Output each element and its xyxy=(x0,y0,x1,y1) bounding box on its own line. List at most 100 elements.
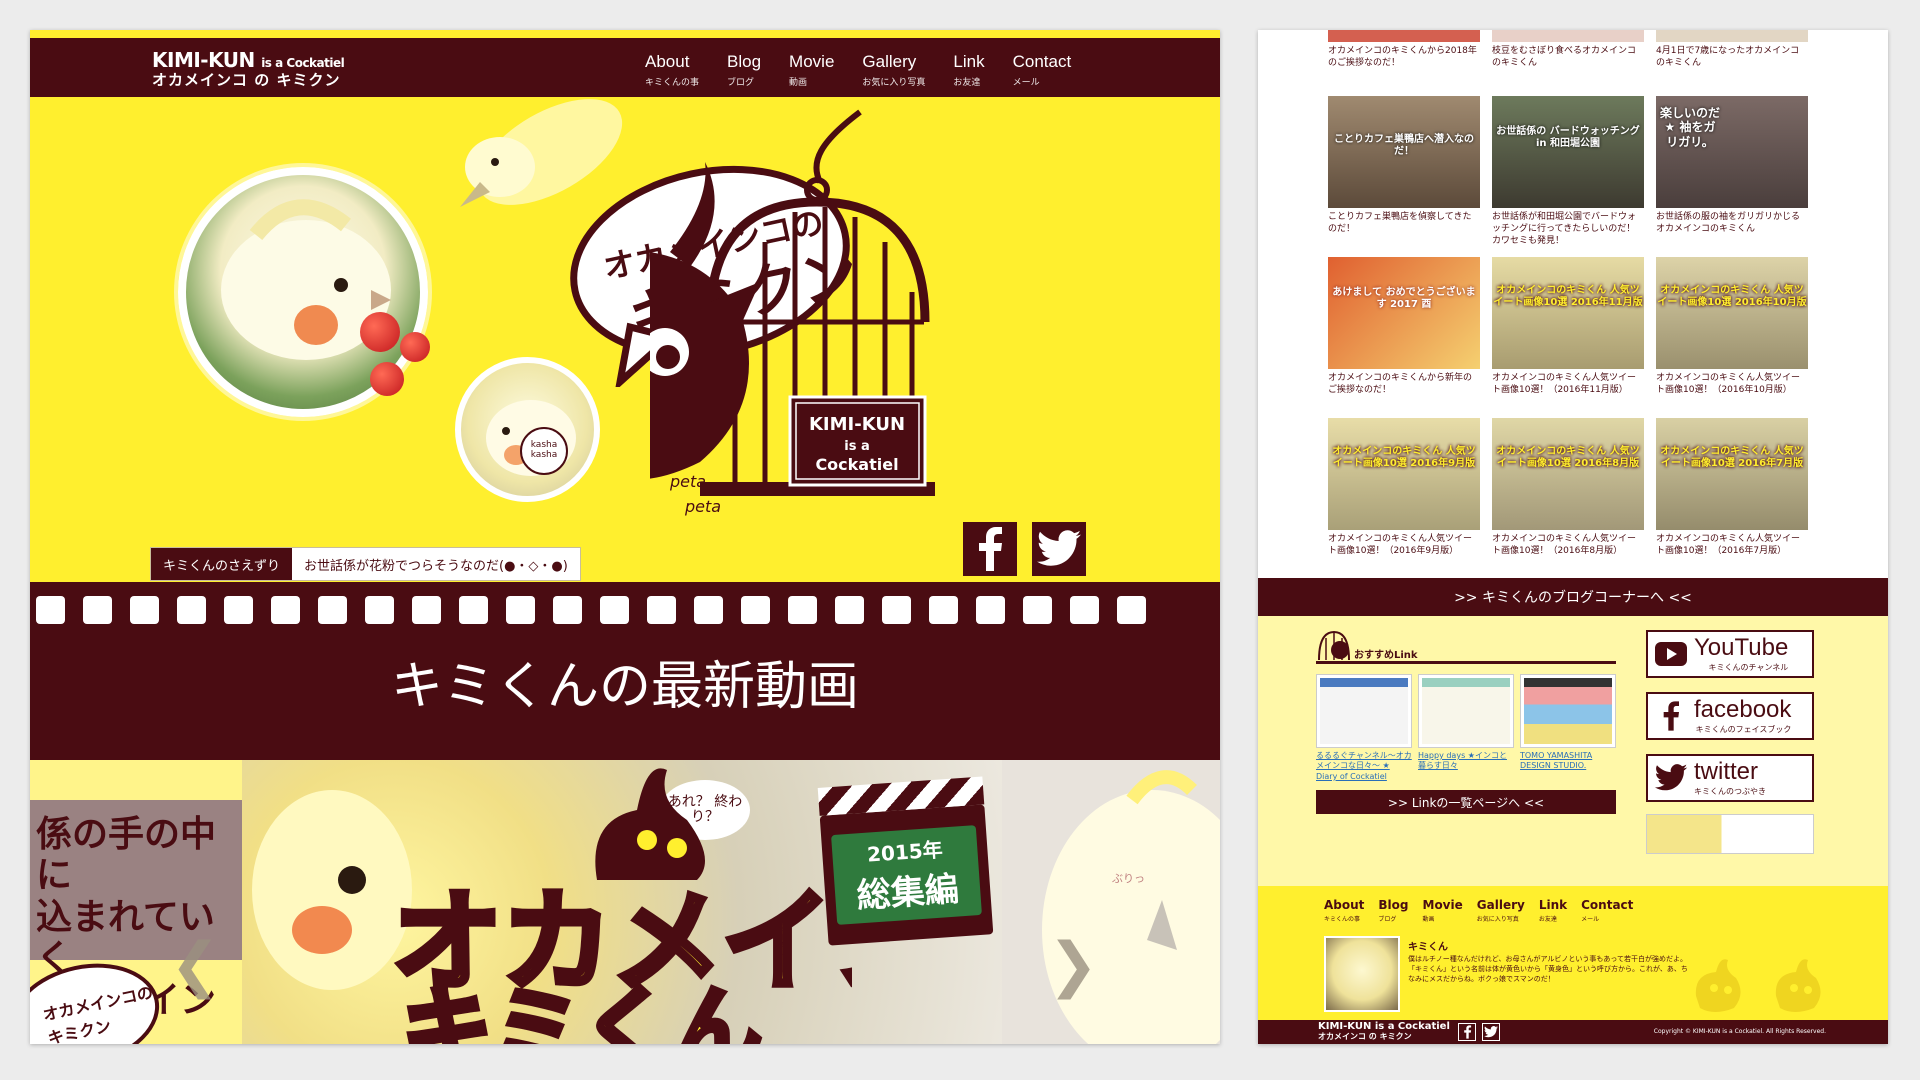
banner-ad[interactable] xyxy=(1646,814,1814,854)
footer-nav-blog[interactable]: Blog ブログ xyxy=(1378,898,1408,923)
blog-thumbnail xyxy=(1492,30,1644,42)
profile-text: 僕はルチノー種なんだけれど、お母さんがアルビノという事もあって若干白が強めだよ。… xyxy=(1408,955,1688,984)
blog-card[interactable]: あけまして おめでとうございます 2017 酉 オカメインコのキミくんから新年の… xyxy=(1328,257,1480,396)
logo-title: KIMI-KUN xyxy=(152,48,255,72)
recommend-thumbnail xyxy=(1316,674,1412,748)
logo-subtitle: is a Cockatiel xyxy=(261,56,345,70)
facebook-icon[interactable] xyxy=(963,522,1017,576)
tomato-decoration xyxy=(370,362,404,396)
recommend-section: おすすめLink るるるぐチャンネル～オカメインコな日々～ ★ Diary of… xyxy=(1258,616,1888,886)
footer-nav: About キミくんの事 Blog ブログ Movie 動画 Gallery お気に入り… xyxy=(1324,898,1633,923)
nav-sublabel: ブログ xyxy=(727,78,755,88)
facebook-button[interactable]: facebook キミくんのフェイスブック xyxy=(1646,692,1814,740)
tweet-ticker[interactable]: キミくんのさえずり お世話係が花粉でつらそうなのだ(●・◇・●) xyxy=(150,547,581,581)
peta-text: peta xyxy=(670,472,707,491)
blog-card[interactable]: オカメインコのキミくん 人気ツイート画像10選 2016年11月版 オカメインコ… xyxy=(1492,257,1644,396)
link-list-button[interactable]: >> Linkの一覧ページへ << xyxy=(1316,790,1616,814)
footer-nav-label: About xyxy=(1324,898,1365,912)
nav-sublabel: 動画 xyxy=(789,78,808,88)
twitter-icon[interactable] xyxy=(1032,522,1086,576)
blog-card[interactable]: オカメインコのキミくん 人気ツイート画像10選 2016年7月版 オカメインコの… xyxy=(1656,418,1808,557)
blog-corner-link[interactable]: >> キミくんのブログコーナーへ << xyxy=(1258,578,1888,616)
site-logo[interactable]: KIMI-KUN is a Cockatiel オカメインコ の キミクン xyxy=(152,48,345,88)
footer-nav-label: Gallery xyxy=(1476,898,1525,912)
youtube-sublabel: キミくんのチャンネル xyxy=(1708,662,1789,672)
cockatiel-face-illustration xyxy=(252,790,412,990)
blog-thumbnail: お世話係の バードウォッチング in 和田堀公園 xyxy=(1492,96,1644,208)
blog-card[interactable]: 4月1日で7歳になったオカメインコのキミくん xyxy=(1656,30,1808,69)
blog-thumbnail-overlay: お世話係の バードウォッチング in 和田堀公園 xyxy=(1496,126,1640,149)
footer-logo-japanese: オカメインコ の キミクン xyxy=(1318,1032,1412,1041)
slide-current[interactable]: あれ？ 終わり？ オカメインコの キミくん 2015年 総集編 xyxy=(242,760,1002,1044)
footer-logo[interactable]: KIMI-KUN is a Cockatiel オカメインコ の キミクン xyxy=(1318,1022,1450,1041)
footer-nav-about[interactable]: About キミくんの事 xyxy=(1324,898,1364,923)
slider-prev-arrow[interactable]: ❮ xyxy=(170,930,220,1000)
footer-nav-label: Contact xyxy=(1581,898,1634,912)
footer-nav-sublabel: お気に入り写真 xyxy=(1476,916,1519,923)
slide-previous[interactable]: 係の手の中に 込まれていく オカメインコ オカメインコの キミクン xyxy=(30,760,242,1044)
blog-thumbnail xyxy=(1656,30,1808,42)
nav-label: Contact xyxy=(1012,52,1072,71)
blog-card[interactable]: お世話係の バードウォッチング in 和田堀公園 お世話係が和田堀公園でバードウ… xyxy=(1492,96,1644,247)
blog-caption: 4月1日で7歳になったオカメインコのキミくん xyxy=(1656,46,1800,69)
profile-name: キミくん xyxy=(1408,942,1448,953)
kasha-speech-bubble: kasha kasha xyxy=(520,427,568,475)
video-slider: 係の手の中に 込まれていく オカメインコ オカメインコの キミクン あれ？ 終わ… xyxy=(30,760,1220,1044)
tomato-decoration xyxy=(400,332,430,362)
recommend-caption: Happy days ★インコと暮らす日々 xyxy=(1418,751,1507,771)
nav-movie[interactable]: Movie 動画 xyxy=(789,52,834,88)
nav-sublabel: お気に入り写真 xyxy=(862,78,926,88)
footer-nav-sublabel: 動画 xyxy=(1422,916,1435,923)
blog-thumbnail: オカメインコのキミくん 人気ツイート画像10選 2016年11月版 xyxy=(1492,257,1644,369)
facebook-icon[interactable] xyxy=(1458,1023,1476,1041)
mascot-silhouette-icon xyxy=(1775,959,1821,1012)
blog-thumbnail xyxy=(1328,30,1480,42)
nav-label: Blog xyxy=(727,52,762,71)
tomato-decoration xyxy=(360,312,400,352)
recommend-thumbnail xyxy=(1520,674,1616,748)
blog-card[interactable]: オカメインコのキミくん 人気ツイート画像10選 2016年8月版 オカメインコの… xyxy=(1492,418,1644,557)
site-header: KIMI-KUN is a Cockatiel オカメインコ の キミクン Ab… xyxy=(30,30,1220,97)
blog-caption: 枝豆をむさぼり食べるオカメインコのキミくん xyxy=(1492,46,1637,69)
nav-sublabel: キミくんの事 xyxy=(645,78,700,88)
main-nav: About キミくんの事 Blog ブログ Movie 動画 Gallery お気に入り… xyxy=(645,52,1071,88)
blog-caption: オカメインコのキミくん人気ツイート画像10選！（2016年11月版） xyxy=(1492,373,1637,396)
nav-label: About xyxy=(645,52,690,71)
nav-link[interactable]: Link お友達 xyxy=(953,52,984,88)
blog-card[interactable]: 枝豆をむさぼり食べるオカメインコのキミくん xyxy=(1492,30,1644,69)
blog-caption: お世話係が和田堀公園でバードウォッチングに行ってきたらしいのだ！カワセミも発見！ xyxy=(1492,212,1637,247)
nav-blog[interactable]: Blog ブログ xyxy=(727,52,761,88)
recommend-link[interactable]: Happy days ★インコと暮らす日々 xyxy=(1418,674,1514,772)
footer-nav-sublabel: ブログ xyxy=(1378,916,1397,923)
video-title-graphic: オカメインコの キミくん xyxy=(392,875,852,1044)
slider-next-arrow[interactable]: ❯ xyxy=(1048,930,1098,1000)
peta-text: peta xyxy=(685,497,722,516)
slide-next[interactable]: ぶりっ xyxy=(1002,760,1220,1044)
blog-card[interactable]: オカメインコのキミくんから2018年のご挨拶なのだ！ xyxy=(1328,30,1480,69)
recommend-link[interactable]: るるるぐチャンネル～オカメインコな日々～ ★ Diary of Cockatie… xyxy=(1316,674,1412,782)
youtube-button[interactable]: YouTube キミくんのチャンネル xyxy=(1646,630,1814,678)
nav-contact[interactable]: Contact メール xyxy=(1013,52,1072,88)
twitter-icon[interactable] xyxy=(1482,1023,1500,1041)
clapperboard-title: 総集編 xyxy=(855,869,961,917)
blog-caption: お世話係の服の袖をガリガリかじるオカメインコのキミくん xyxy=(1656,212,1801,235)
nav-about[interactable]: About キミくんの事 xyxy=(645,52,699,88)
blog-card[interactable]: 楽しいのだ★ 袖をガリガリ。 お世話係の服の袖をガリガリかじるオカメインコのキミ… xyxy=(1656,96,1808,235)
nav-gallery[interactable]: Gallery お気に入り写真 xyxy=(862,52,925,88)
birdcage-icon xyxy=(1318,630,1350,661)
blog-card[interactable]: オカメインコのキミくん 人気ツイート画像10選 2016年9月版 オカメインコの… xyxy=(1328,418,1480,557)
blog-card[interactable]: ことりカフェ巣鴨店へ潜入なのだ！ ことりカフェ巣鴨店を偵察してきたのだ！ xyxy=(1328,96,1480,235)
footer-nav-sublabel: メール xyxy=(1581,916,1600,923)
blog-card[interactable]: オカメインコのキミくん 人気ツイート画像10選 2016年10月版 オカメインコ… xyxy=(1656,257,1808,396)
footer-logo-title: KIMI-KUN is a Cockatiel xyxy=(1318,1021,1450,1032)
footer-nav-gallery[interactable]: Gallery お気に入り写真 xyxy=(1477,898,1525,923)
film-strip-holes xyxy=(30,596,1220,624)
footer-nav-movie[interactable]: Movie 動画 xyxy=(1423,898,1463,923)
footer-nav-link[interactable]: Link お友達 xyxy=(1539,898,1567,923)
twitter-button[interactable]: twitter キミくんのつぶやき xyxy=(1646,754,1814,802)
recommend-link[interactable]: TOMO YAMASHITA DESIGN STUDIO. xyxy=(1520,674,1616,772)
footer-nav-contact[interactable]: Contact メール xyxy=(1581,898,1633,923)
blog-caption: オカメインコのキミくんから新年のご挨拶なのだ！ xyxy=(1328,373,1473,396)
profile-photo xyxy=(1324,936,1400,1012)
recommend-caption: TOMO YAMASHITA DESIGN STUDIO. xyxy=(1520,751,1593,771)
